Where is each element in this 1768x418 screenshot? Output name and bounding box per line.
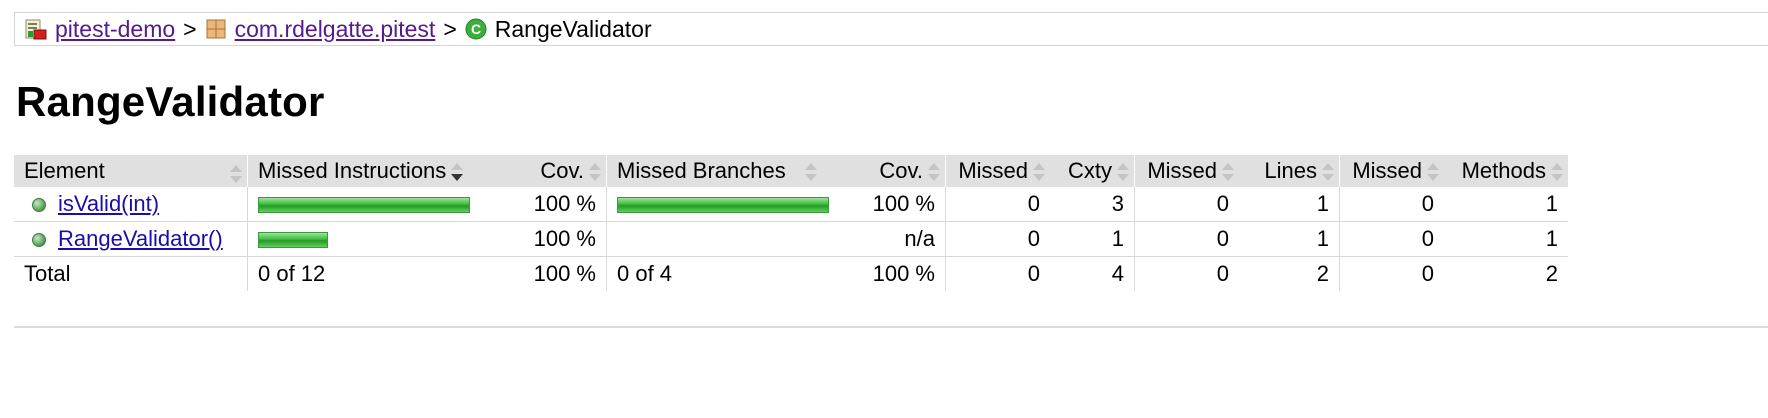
- sort-icon: [1426, 161, 1440, 183]
- table-total-row: Total 0 of 12 100 % 0 of 4 100 % 0 4 0 2…: [14, 256, 1568, 291]
- sort-icon: [588, 161, 602, 183]
- instructions-cov-value: 100 %: [484, 221, 607, 257]
- sort-icon: [1221, 161, 1235, 183]
- sort-icon: [1116, 161, 1130, 183]
- header-branches-cov[interactable]: Cov.: [843, 155, 946, 187]
- method-icon: [32, 233, 46, 248]
- branches-bar-cell: [606, 221, 843, 257]
- sort-icon: [1550, 161, 1564, 183]
- table-header-row: Element Missed Instructions Cov. Missed …: [14, 155, 1568, 187]
- methods-value: 1: [1444, 187, 1568, 222]
- element-link[interactable]: isValid(int): [58, 191, 159, 216]
- total-lines: 2: [1316, 261, 1329, 286]
- total-cxty: 4: [1111, 261, 1124, 286]
- page-title: RangeValidator: [16, 78, 325, 125]
- cxty-value: 3: [1050, 187, 1135, 222]
- breadcrumb: pitest-demo > com.rdelgatte.pitest > C R…: [14, 12, 1768, 46]
- header-instructions-cov[interactable]: Cov.: [484, 155, 607, 187]
- total-instructions-cov: 100 %: [533, 261, 596, 286]
- total-instructions: 0 of 12: [247, 256, 484, 291]
- methods-value: 1: [1444, 221, 1568, 257]
- total-missed-lines: 0: [1134, 256, 1239, 291]
- total-label: Total: [24, 261, 71, 286]
- package-icon: [205, 18, 227, 40]
- header-cxty[interactable]: Cxty: [1050, 155, 1135, 187]
- total-branches: 0 of 4: [606, 256, 843, 291]
- branches-bar-cell: [606, 187, 843, 222]
- sort-desc-icon: [450, 161, 464, 183]
- header-missed-instructions[interactable]: Missed Instructions: [247, 155, 484, 187]
- element-cell: RangeValidator(): [14, 221, 248, 257]
- header-methods[interactable]: Methods: [1444, 155, 1568, 187]
- total-missed-cxty: 0: [945, 256, 1050, 291]
- sort-icon: [1321, 161, 1335, 183]
- element-link[interactable]: RangeValidator(): [58, 226, 223, 251]
- instructions-bar-cell: [247, 187, 484, 222]
- lines-value: 1: [1239, 187, 1340, 222]
- sort-icon: [927, 161, 941, 183]
- element-cell: isValid(int): [14, 187, 248, 222]
- total-methods: 2: [1545, 261, 1558, 286]
- missed-methods-value: 0: [1339, 187, 1444, 222]
- breadcrumb-separator: >: [443, 15, 457, 42]
- header-lines[interactable]: Lines: [1239, 155, 1340, 187]
- class-icon: C: [465, 18, 487, 40]
- sort-icon: [1032, 161, 1046, 183]
- instructions-bar-cell: [247, 221, 484, 257]
- report-icon: [25, 18, 47, 40]
- method-icon: [32, 198, 46, 213]
- table-row: RangeValidator() 100 % n/a 0 1 0 1 0 1: [14, 221, 1568, 257]
- instructions-coverage-bar: [258, 197, 470, 214]
- breadcrumb-project-link[interactable]: pitest-demo: [55, 16, 175, 43]
- missed-cxty-value: 0: [945, 221, 1050, 257]
- branches-cov-value: n/a: [843, 221, 946, 257]
- header-element[interactable]: Element: [14, 155, 248, 187]
- footer-divider: [14, 326, 1768, 328]
- missed-methods-value: 0: [1339, 221, 1444, 257]
- instructions-cov-value: 100 %: [484, 187, 607, 222]
- table-row: isValid(int) 100 % 100 % 0 3 0 1 0 1: [14, 187, 1568, 222]
- sort-icon: [229, 163, 243, 185]
- lines-value: 1: [1239, 221, 1340, 257]
- sort-icon: [804, 161, 818, 183]
- header-missed-branches[interactable]: Missed Branches: [606, 155, 843, 187]
- breadcrumb-current-class: RangeValidator: [494, 15, 652, 42]
- svg-text:C: C: [471, 21, 481, 37]
- header-missed-lines[interactable]: Missed: [1134, 155, 1239, 187]
- total-missed-methods: 0: [1339, 256, 1444, 291]
- breadcrumb-separator: >: [183, 15, 197, 42]
- header-missed-methods[interactable]: Missed: [1339, 155, 1444, 187]
- missed-lines-value: 0: [1134, 221, 1239, 257]
- branches-cov-value: 100 %: [843, 187, 946, 222]
- header-missed-cxty[interactable]: Missed: [945, 155, 1050, 187]
- coverage-table: Element Missed Instructions Cov. Missed …: [14, 155, 1568, 291]
- total-branches-cov: 100 %: [872, 261, 935, 286]
- branches-coverage-bar: [617, 197, 829, 214]
- cxty-value: 1: [1050, 221, 1135, 257]
- missed-lines-value: 0: [1134, 187, 1239, 222]
- instructions-coverage-bar: [258, 232, 328, 249]
- breadcrumb-package-link[interactable]: com.rdelgatte.pitest: [235, 16, 436, 43]
- missed-cxty-value: 0: [945, 187, 1050, 222]
